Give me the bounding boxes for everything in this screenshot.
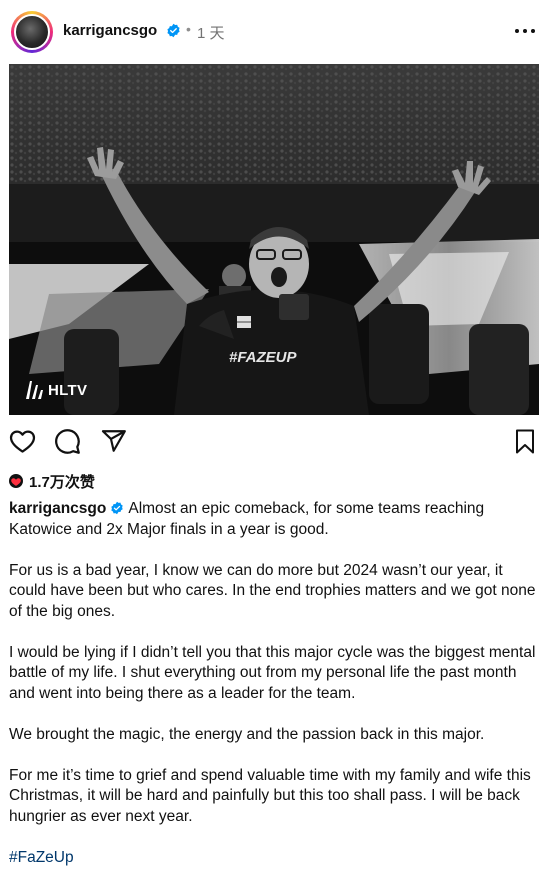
celebration-photo: #FAZEUP xyxy=(9,64,539,415)
caption-verified-icon xyxy=(111,501,124,515)
post-actions xyxy=(0,428,550,460)
share-send-icon[interactable] xyxy=(101,428,127,454)
avatar-image xyxy=(14,14,50,50)
more-options-icon[interactable] xyxy=(512,20,538,42)
likes-heart-icon xyxy=(9,474,23,488)
likes-count: 1.7万次赞 xyxy=(29,473,95,491)
post-header: karrigancsgo • 1 天 xyxy=(0,0,550,64)
hltv-logo-icon xyxy=(26,381,43,399)
like-heart-icon[interactable] xyxy=(9,428,36,455)
post-timestamp[interactable]: 1 天 xyxy=(197,22,225,43)
caption-hashtag-line: #FaZeUp xyxy=(9,848,539,869)
hltv-watermark: HLTV xyxy=(24,378,87,402)
save-bookmark-icon[interactable] xyxy=(513,428,537,455)
caption-paragraph-3: I would be lying if I didn’t tell you th… xyxy=(9,643,536,702)
hashtag-link[interactable]: #FaZeUp xyxy=(9,849,74,866)
likes-row[interactable]: 1.7万次赞 xyxy=(9,470,95,492)
caption-paragraph-1: karrigancsgo Almost an epic comeback, for… xyxy=(9,499,539,540)
verified-badge-icon xyxy=(167,23,180,38)
post-image[interactable]: #FAZEUP xyxy=(9,64,539,415)
watermark-text: HLTV xyxy=(48,381,88,399)
caption-paragraph-5: For me it’s time to grief and spend valu… xyxy=(9,766,531,825)
profile-avatar[interactable] xyxy=(11,11,53,53)
separator-dot: • xyxy=(186,21,191,37)
caption-paragraph-2: For us is a bad year, I know we can do m… xyxy=(9,561,536,620)
caption-username[interactable]: karrigancsgo xyxy=(9,500,106,517)
post-username[interactable]: karrigancsgo xyxy=(63,22,157,39)
jersey-text: #FAZEUP xyxy=(229,349,298,366)
comment-icon[interactable] xyxy=(54,428,81,455)
caption-paragraph-4: We brought the magic, the energy and the… xyxy=(9,725,485,743)
post-caption: karrigancsgo Almost an epic comeback, for… xyxy=(9,499,539,872)
